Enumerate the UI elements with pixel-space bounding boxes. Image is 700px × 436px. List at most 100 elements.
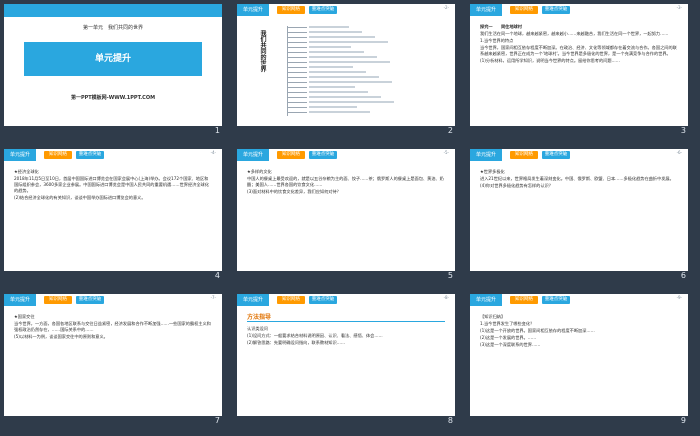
slide-header: 单元提升 知识网络 重难点突破 -6-	[470, 149, 688, 161]
slide-canvas: 单元提升 知识网络 重难点突破 -5- ★多样的文化中国人的餐桌上最受欢迎的，就是以五谷…	[237, 149, 455, 271]
paragraph: 1.当今世界的特点	[480, 38, 514, 43]
slide-canvas: 单元提升 知识网络 重难点突破 -9- 【知识归纳】 1.当今世界发生了哪些变化？ (1)这…	[470, 294, 688, 416]
page-indicator: -6-	[676, 150, 682, 155]
paragraph: ★经济全球化	[14, 169, 39, 174]
slide-canvas: 第一单元 我们共同的世界 单元提升 第一PPT模板网-WWW.1PPT.COM	[4, 4, 222, 126]
slide-number: 5	[447, 271, 453, 280]
slide-body: ★多样的文化中国人的餐桌上最受欢迎的，就是以五谷杂粮为主的面、饺子……茶；俄罗斯…	[247, 169, 445, 265]
paragraph: (2)这是一个发展的世界。……	[480, 335, 537, 340]
slide-number: 4	[214, 271, 220, 280]
slide-number: 7	[214, 416, 220, 425]
header-label: 单元提升	[237, 4, 269, 16]
paragraph: (2)结合经济全球化的有关知识，谈谈中国举办国际进口博览会的意义。	[14, 195, 146, 200]
paragraph: 进入21世纪以来，世界格局发生着深刻变化。中国、俄罗斯、欧盟、日本……多极化趋势…	[480, 176, 674, 181]
slide-number: 8	[447, 416, 453, 425]
tab-key-points[interactable]: 重难点突破	[76, 296, 104, 304]
divider	[247, 321, 445, 322]
section-title: 探究一 同住地球村	[480, 24, 522, 29]
paragraph: 【知识归纳】	[480, 314, 506, 319]
slide-canvas: 单元提升 知识网络 重难点突破 -4- ★经济全球化 2018年11月5日至10日，首届中…	[4, 149, 222, 271]
slide-body: 【知识归纳】 1.当今世界发生了哪些变化？ (1)这是一个开放的世界。国家间相互依存…	[480, 314, 678, 410]
tab-key-points[interactable]: 重难点突破	[309, 151, 337, 159]
page-indicator: -2-	[443, 5, 449, 10]
tab-knowledge-network[interactable]: 知识网络	[277, 151, 305, 159]
paragraph: ★世界多极化	[480, 169, 505, 174]
paragraph: (1)设问方式：一般要求结合材料说明原因、认识、看法、感悟、体会……	[247, 333, 383, 338]
paragraph: (3)面对材料中的饮食文化差异，我们应如何对待？	[247, 189, 341, 194]
paragraph: (1)分析材料，运用所学知识，说明当今世界的特点。留给你思考的问题……	[480, 58, 620, 63]
slide-grid: 第一单元 我们共同的世界 单元提升 第一PPT模板网-WWW.1PPT.COM 1 单元…	[0, 0, 700, 436]
slide-number: 6	[680, 271, 686, 280]
slide-thumbnail[interactable]: 第一单元 我们共同的世界 单元提升 第一PPT模板网-WWW.1PPT.COM 1	[0, 0, 222, 135]
tab-knowledge-network[interactable]: 知识网络	[44, 296, 72, 304]
paragraph: (1)这是一个开放的世界。国家间相互依存的程度不断加深……	[480, 328, 595, 333]
slide-thumbnail[interactable]: 单元提升 知识网络 重难点突破 -4- ★经济全球化 2018年11月5日至10日，首届中…	[0, 145, 222, 280]
slide-canvas: 单元提升 知识网络 重难点突破 -3- 探究一 同住地球村我们生活在同一个地球，越来越紧…	[470, 4, 688, 126]
paragraph: 认识类设问	[247, 326, 268, 331]
cover-footer: 第一PPT模板网-WWW.1PPT.COM	[70, 95, 156, 101]
slide-number: 2	[447, 126, 453, 135]
paragraph: 我们生活在同一个地球，越来越紧密，越来越小……来越融合，我们生活在同一个世界，一…	[480, 31, 669, 36]
paragraph: (5)以材料一为例，谈谈国家交往中的原则和意义。	[14, 334, 108, 339]
header-label: 单元提升	[470, 4, 502, 16]
slide-thumbnail[interactable]: 单元提升 知识网络 重难点突破 -2- 我们共同的世界 2	[233, 0, 455, 135]
tab-key-points[interactable]: 重难点突破	[309, 6, 337, 14]
paragraph: ★国家交往	[14, 314, 35, 319]
tab-knowledge-network[interactable]: 知识网络	[277, 296, 305, 304]
header-label: 单元提升	[4, 294, 36, 306]
slide-header: 单元提升 知识网络 重难点突破 -4-	[4, 149, 222, 161]
tab-knowledge-network[interactable]: 知识网络	[510, 151, 538, 159]
header-label: 单元提升	[4, 149, 36, 161]
header-label: 单元提升	[470, 294, 502, 306]
slide-body: ★世界多极化进入21世纪以来，世界格局发生着深刻变化。中国、俄罗斯、欧盟、日本……	[480, 169, 678, 265]
slide-body: 探究一 同住地球村我们生活在同一个地球，越来越紧密，越来越小……来越融合，我们生…	[480, 24, 678, 120]
header-label: 单元提升	[237, 294, 269, 306]
tab-knowledge-network[interactable]: 知识网络	[44, 151, 72, 159]
paragraph: ★多样的文化	[247, 169, 272, 174]
slide-thumbnail[interactable]: 单元提升 知识网络 重难点突破 -9- 【知识归纳】 1.当今世界发生了哪些变化？ (1)这…	[466, 290, 688, 425]
cover-ribbon	[4, 4, 222, 17]
slide-header: 单元提升 知识网络 重难点突破 -2-	[237, 4, 455, 16]
page-indicator: -9-	[676, 295, 682, 300]
slide-thumbnail[interactable]: 单元提升 知识网络 重难点突破 -8- 方法指导认识类设问 (1)设问方式：一般要求结合材…	[233, 290, 455, 425]
tab-knowledge-network[interactable]: 知识网络	[510, 296, 538, 304]
tab-key-points[interactable]: 重难点突破	[542, 296, 570, 304]
mindmap-title: 我们共同的世界	[259, 30, 266, 72]
unit-line: 第一单元 我们共同的世界	[82, 25, 143, 31]
tab-key-points[interactable]: 重难点突破	[76, 151, 104, 159]
slide-number: 9	[680, 416, 686, 425]
paragraph: (2)解答思路：先要明确设问指向，联系教材知识……	[247, 340, 346, 345]
page-indicator: -8-	[443, 295, 449, 300]
paragraph: 中国人的餐桌上最受欢迎的，就是以五谷杂粮为主的面、饺子……茶；俄罗斯人的餐桌上是…	[247, 176, 444, 187]
slide-header: 单元提升 知识网络 重难点突破 -9-	[470, 294, 688, 306]
header-label: 单元提升	[237, 149, 269, 161]
slide-body: ★国家交往当今世界，一方面，各国各地区联系与交往日益紧密，经济发展和合作不断加强…	[14, 314, 212, 410]
slide-header: 单元提升 知识网络 重难点突破 -7-	[4, 294, 222, 306]
slide-body: ★经济全球化 2018年11月5日至10日，首届中国国际进口博览会在国家会展中心(…	[14, 169, 212, 265]
slide-thumbnail[interactable]: 单元提升 知识网络 重难点突破 -5- ★多样的文化中国人的餐桌上最受欢迎的，就是以五谷…	[233, 145, 455, 280]
mind-map	[277, 22, 437, 120]
slide-canvas: 单元提升 知识网络 重难点突破 -6- ★世界多极化 进入21世纪以来，世界格局发生着深刻…	[470, 149, 688, 271]
slide-header: 单元提升 知识网络 重难点突破 -3-	[470, 4, 688, 16]
paragraph: 1.当今世界发生了哪些变化？	[480, 321, 535, 326]
slide-header: 单元提升 知识网络 重难点突破 -5-	[237, 149, 455, 161]
paragraph: (4)你对世界多极化趋势有怎样的认识？	[480, 183, 553, 188]
tab-knowledge-network[interactable]: 知识网络	[510, 6, 538, 14]
slide-canvas: 单元提升 知识网络 重难点突破 -8- 方法指导认识类设问 (1)设问方式：一般要求结合材…	[237, 294, 455, 416]
tab-key-points[interactable]: 重难点突破	[542, 151, 570, 159]
paragraph: 当今世界，国家间相互依存程度不断加深。在政治、经济、文化等领域都存在着交流与合作…	[480, 45, 677, 56]
tab-key-points[interactable]: 重难点突破	[542, 6, 570, 14]
tab-key-points[interactable]: 重难点突破	[309, 296, 337, 304]
slide-thumbnail[interactable]: 单元提升 知识网络 重难点突破 -3- 探究一 同住地球村我们生活在同一个地球，越来越紧…	[466, 0, 688, 135]
tab-knowledge-network[interactable]: 知识网络	[277, 6, 305, 14]
slide-number: 3	[680, 126, 686, 135]
slide-number: 1	[214, 126, 220, 135]
method-title: 方法指导	[247, 314, 272, 321]
paragraph: 2018年11月5日至10日，首届中国国际进口博览会在国家会展中心(上海)举办。…	[14, 176, 209, 193]
paragraph: 当今世界，一方面，各国各地区联系与交往日益紧密，经济发展和合作不断加强……一些国…	[14, 321, 211, 332]
slide-thumbnail[interactable]: 单元提升 知识网络 重难点突破 -6- ★世界多极化 进入21世纪以来，世界格局发生着深刻…	[466, 145, 688, 280]
page-indicator: -3-	[676, 5, 682, 10]
slide-thumbnail[interactable]: 单元提升 知识网络 重难点突破 -7- ★国家交往当今世界，一方面，各国各地区联系与交往…	[0, 290, 222, 425]
slide-header: 单元提升 知识网络 重难点突破 -8-	[237, 294, 455, 306]
page-indicator: -7-	[210, 295, 216, 300]
